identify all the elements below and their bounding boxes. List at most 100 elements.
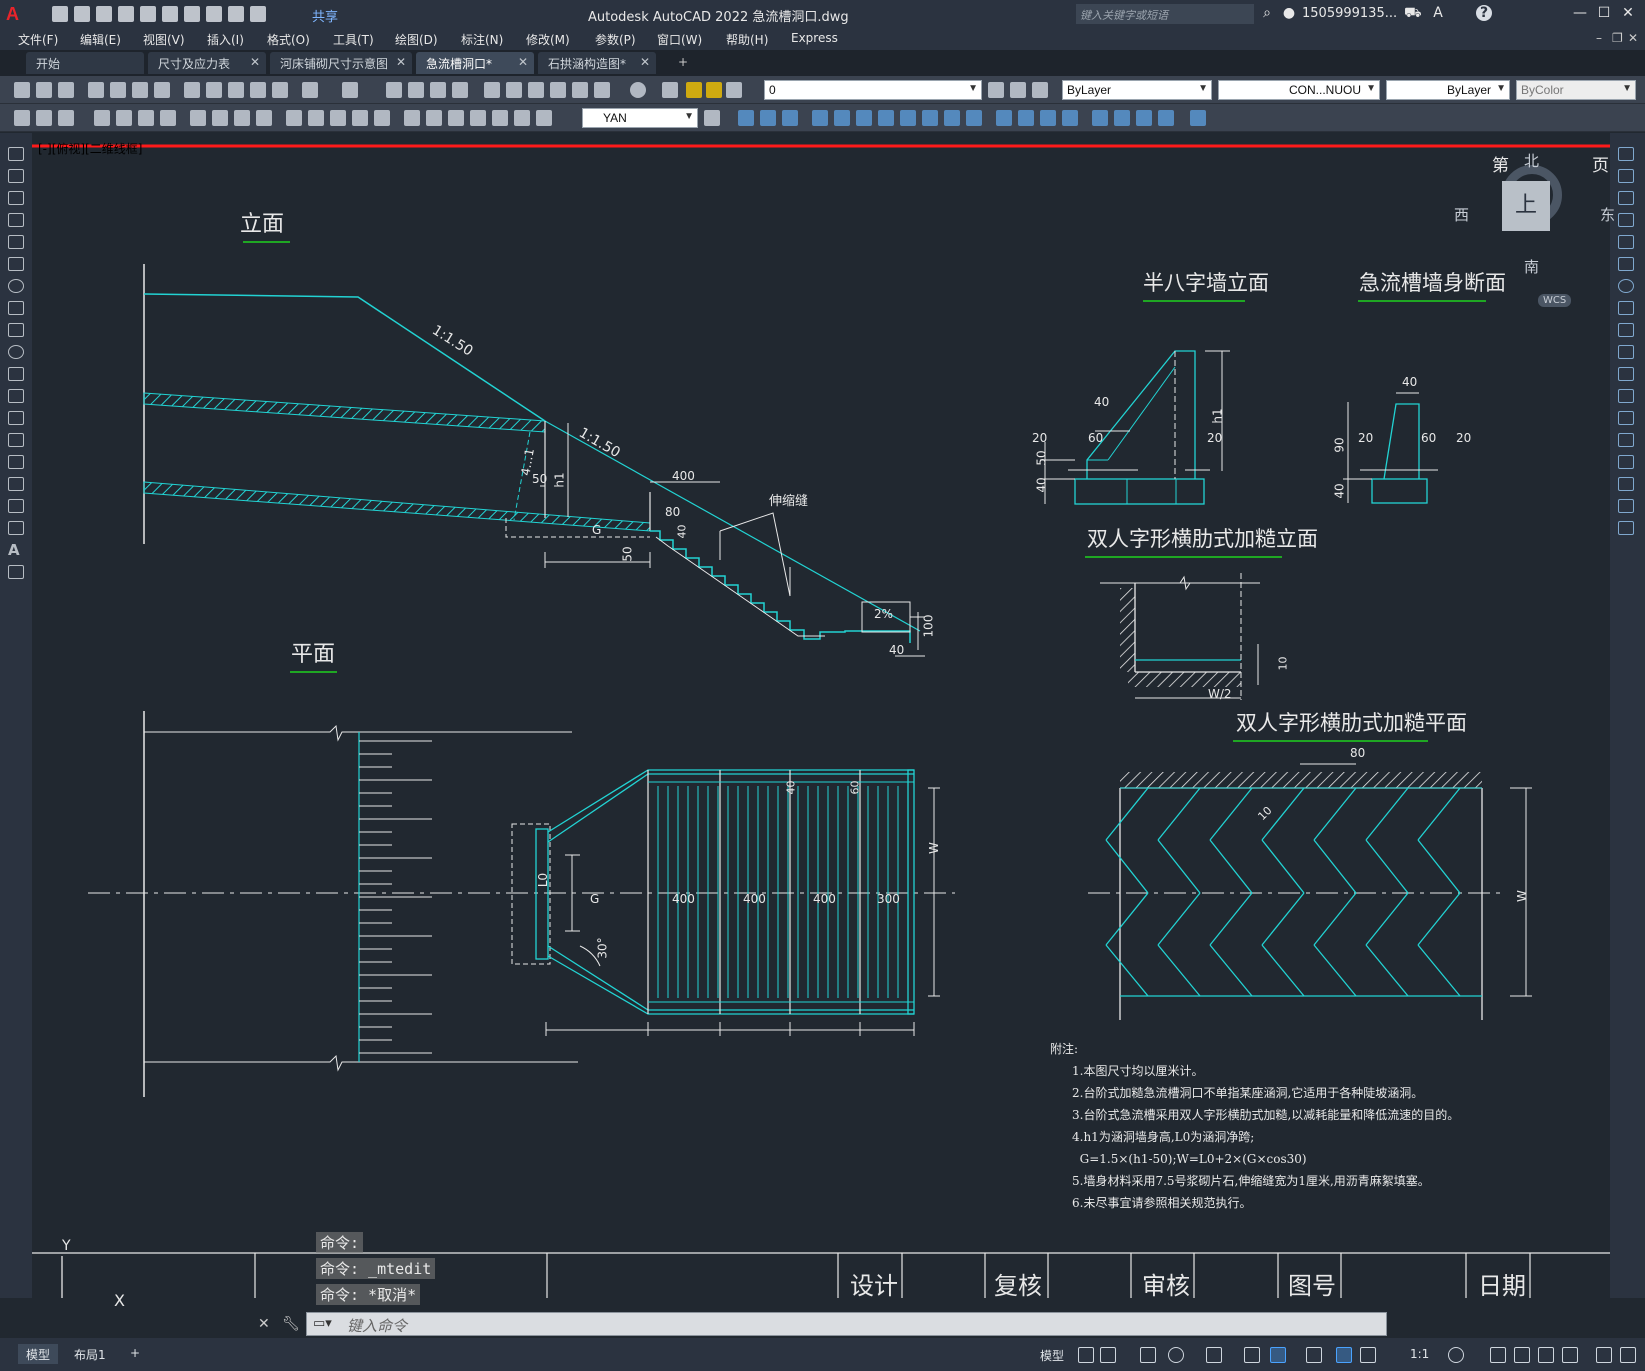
viewcube[interactable]: 上 北 南 西 东 WCS <box>1454 141 1615 307</box>
lineweight-dropdown[interactable]: ByLayer ▼ <box>1386 80 1510 100</box>
redo-icon[interactable] <box>228 6 244 22</box>
copy-icon[interactable] <box>1618 169 1634 183</box>
viewcube-west[interactable]: 西 <box>1454 204 1469 225</box>
dim-text[interactable]: 90 <box>1333 437 1347 452</box>
quick-dim-icon[interactable] <box>286 110 302 126</box>
polar-icon[interactable] <box>1168 1347 1184 1363</box>
paste-icon[interactable] <box>228 82 244 98</box>
sheet-set-icon[interactable] <box>550 82 566 98</box>
customize-statusbar-icon[interactable] <box>1620 1347 1636 1363</box>
angular-dim-icon[interactable] <box>256 110 272 126</box>
dim-text[interactable]: 20 <box>1032 431 1047 445</box>
layout-tab-model[interactable]: 模型 <box>18 1344 59 1364</box>
revcloud-icon[interactable] <box>8 301 24 315</box>
menu-window[interactable]: 窗口(W) <box>657 31 702 48</box>
region-icon[interactable] <box>8 499 24 513</box>
undo-icon[interactable] <box>302 82 318 98</box>
dim-text[interactable]: 40 <box>1402 375 1417 389</box>
open-file-icon[interactable] <box>74 6 90 22</box>
arc-length-icon[interactable] <box>138 110 154 126</box>
clean-screen-icon[interactable] <box>1596 1347 1612 1363</box>
circle-icon[interactable] <box>8 279 24 293</box>
explode-icon[interactable] <box>1618 521 1634 535</box>
dim-break-icon[interactable] <box>374 110 390 126</box>
export-icon[interactable] <box>162 6 178 22</box>
dim-text[interactable]: 400 <box>672 469 695 483</box>
clip-icon[interactable] <box>1158 110 1174 126</box>
markup-icon[interactable] <box>572 82 588 98</box>
layer-on-icon[interactable] <box>686 82 702 98</box>
dim-text[interactable]: 40 <box>1333 483 1347 498</box>
object-snap-tracking-icon[interactable] <box>1244 1347 1260 1363</box>
add-selected-icon[interactable] <box>8 565 24 579</box>
zoom-realtime-icon[interactable] <box>408 82 424 98</box>
rotate-icon[interactable] <box>1618 279 1634 293</box>
tab-chute-opening[interactable]: 急流槽洞口* ✕ <box>416 52 534 74</box>
undo-icon[interactable] <box>206 6 222 22</box>
layer-previous-icon[interactable] <box>1010 82 1026 98</box>
layer-properties-icon[interactable] <box>662 82 678 98</box>
spline-icon[interactable] <box>8 323 24 337</box>
rectangle-icon[interactable] <box>8 235 24 249</box>
annotation-visibility-icon[interactable] <box>1336 1347 1352 1363</box>
title-wall-section[interactable]: 急流槽墙身断面 <box>1359 267 1506 297</box>
continue-dim-icon[interactable] <box>330 110 346 126</box>
tab-close-icon[interactable]: ✕ <box>518 55 528 69</box>
dim-text[interactable]: h1 <box>1211 408 1225 423</box>
minimize-icon[interactable]: — <box>1572 5 1588 21</box>
new-file-icon[interactable] <box>52 6 68 22</box>
wipeout-icon[interactable] <box>1190 110 1206 126</box>
dim-text[interactable]: 60 <box>849 781 862 795</box>
dim-text[interactable]: W <box>1515 890 1529 902</box>
autodesk-account-icon[interactable]: A <box>1430 5 1446 21</box>
move-icon[interactable] <box>738 110 754 126</box>
make-block-icon[interactable] <box>1114 110 1130 126</box>
grade-label[interactable]: 2% <box>874 607 893 621</box>
cart-icon[interactable]: ⛟ <box>1404 5 1422 21</box>
dim-text[interactable]: G <box>590 892 599 906</box>
title-block-check[interactable]: 复核 <box>994 1266 1042 1301</box>
drawing-canvas[interactable]: 立面 平面 半八字墙立面 急流槽墙身断面 双人字形横肋式加糙立面 双人字形横肋式… <box>32 133 1615 1310</box>
menu-help[interactable]: 帮助(H) <box>726 31 768 48</box>
quick-properties-icon[interactable] <box>1538 1347 1554 1363</box>
linear-dim-icon[interactable] <box>94 110 110 126</box>
notes-block[interactable]: 附注: 1.本图尺寸均以厘米计。 2.台阶式加糙急流槽洞口不单指某座涵洞,它适用… <box>1050 1038 1459 1214</box>
menu-file[interactable]: 文件(F) <box>18 31 58 48</box>
annotation-scale[interactable]: 1:1 <box>1410 1347 1429 1361</box>
inspect-icon[interactable] <box>448 110 464 126</box>
stretch-icon[interactable] <box>900 110 916 126</box>
layer-iso-icon[interactable] <box>36 110 52 126</box>
arc-icon[interactable] <box>8 257 24 271</box>
plotstyle-dropdown[interactable]: ByColor ▼ <box>1516 80 1636 100</box>
command-customize-icon[interactable]: 🔧︎ <box>282 1316 300 1332</box>
attach-icon[interactable] <box>1136 110 1152 126</box>
make-current-icon[interactable] <box>988 82 1004 98</box>
linetype-dropdown[interactable]: CON...NUOU ▼ <box>1218 80 1380 100</box>
new-tab-button[interactable]: + <box>668 52 696 74</box>
print-icon[interactable] <box>184 6 200 22</box>
tab-dimension-table[interactable]: 尺寸及应力表 ✕ <box>148 52 266 74</box>
mirror-icon[interactable] <box>1618 191 1634 205</box>
dim-text[interactable]: W <box>927 842 941 854</box>
dim-text[interactable]: 50 <box>621 546 635 561</box>
trim-icon[interactable] <box>1618 345 1634 359</box>
dim-text[interactable]: 20 <box>1358 431 1373 445</box>
dim-text[interactable]: 400 <box>743 892 766 906</box>
menu-dimension[interactable]: 标注(N) <box>461 31 503 48</box>
dim-text[interactable]: 400 <box>813 892 836 906</box>
dim-text[interactable]: 300 <box>877 892 900 906</box>
menu-modify[interactable]: 修改(M) <box>526 31 570 48</box>
explode-icon[interactable] <box>1040 110 1056 126</box>
search-input[interactable]: 键入关键字或短语 <box>1076 4 1254 24</box>
tab-close-icon[interactable]: ✕ <box>250 55 260 69</box>
tab-riverbed[interactable]: 河床铺砌尺寸示意图 ✕ <box>270 52 412 74</box>
dim-text[interactable]: W/2 <box>1208 687 1232 701</box>
import-icon[interactable] <box>140 6 156 22</box>
baseline-dim-icon[interactable] <box>308 110 324 126</box>
title-rib-elevation[interactable]: 双人字形横肋式加糙立面 <box>1087 523 1318 553</box>
dim-space-icon[interactable] <box>352 110 368 126</box>
user-icon[interactable]: ● <box>1281 5 1297 21</box>
menu-draw[interactable]: 绘图(D) <box>395 31 438 48</box>
color-dropdown[interactable]: ByLayer ▼ <box>1062 80 1212 100</box>
help-icon[interactable]: ? <box>1476 5 1492 21</box>
